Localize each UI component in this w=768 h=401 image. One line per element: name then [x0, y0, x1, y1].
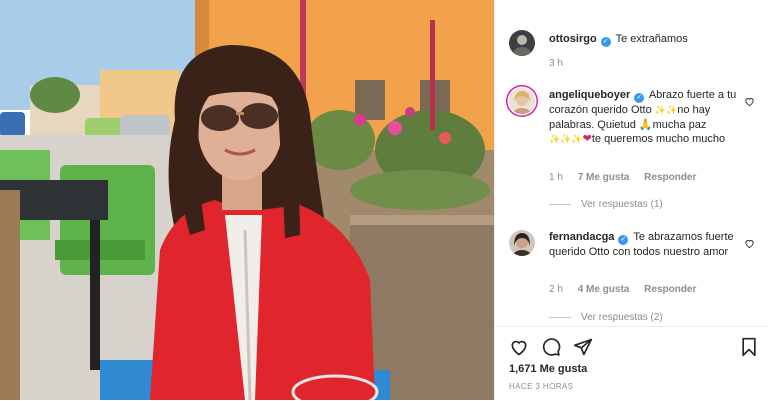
heart-icon[interactable] [509, 337, 529, 357]
caption-meta: 3 h [549, 58, 575, 69]
verified-badge-icon: ✓ [634, 93, 645, 103]
comment-time[interactable]: 2 h [549, 284, 563, 295]
comment-item: fernandacga ✓ Te abrazamos fuerte querid… [509, 230, 759, 326]
pray-icon: 🙏 [638, 118, 653, 131]
commenter-avatar[interactable] [509, 230, 535, 256]
post-image [0, 0, 494, 400]
author-username[interactable]: ottosirgo [549, 33, 597, 45]
comment-meta: 1 h 7 Me gusta Responder [549, 172, 708, 183]
replies-divider [549, 316, 571, 318]
replies-divider [549, 203, 571, 205]
comment-icon[interactable] [541, 337, 561, 357]
post-photo[interactable] [0, 0, 494, 400]
comment-like-heart-icon[interactable] [744, 96, 755, 107]
caption-time[interactable]: 3 h [549, 58, 563, 69]
commenter-avatar[interactable] [509, 88, 535, 114]
comment-item: angeliqueboyer ✓ Abrazo fuerte a tu cora… [509, 88, 759, 218]
commenter-username[interactable]: fernandacga [549, 231, 614, 243]
post-time-ago[interactable]: HACE 3 HORAS [509, 382, 573, 391]
sparkles-icon: ✨✨ [654, 105, 678, 115]
bookmark-icon[interactable] [739, 337, 759, 357]
reply-button[interactable]: Responder [644, 284, 696, 295]
author-avatar[interactable] [509, 30, 535, 56]
comment-time[interactable]: 1 h [549, 172, 563, 183]
post-actions: 1,671 Me gusta HACE 3 HORAS [495, 326, 768, 401]
verified-badge-icon: ✓ [618, 235, 629, 245]
share-icon[interactable] [573, 337, 593, 357]
caption-text: Te extrañamos [615, 33, 688, 45]
sparkles-icon: ✨✨✨ [549, 134, 583, 144]
comments-list[interactable]: ottosirgo ✓ Te extrañamos 3 h angeliqueb… [495, 0, 768, 326]
comment-text: fernandacga ✓ Te abrazamos fuerte querid… [549, 231, 734, 258]
comment-meta: 2 h 4 Me gusta Responder [549, 284, 708, 295]
view-replies-button[interactable]: Ver respuestas (2) [549, 312, 663, 323]
comments-panel: ottosirgo ✓ Te extrañamos 3 h angeliqueb… [494, 0, 768, 401]
comment-text: angeliqueboyer ✓ Abrazo fuerte a tu cora… [549, 89, 737, 145]
heart-emoji-icon: ❤ [582, 133, 592, 145]
verified-badge-icon: ✓ [600, 37, 611, 47]
commenter-username[interactable]: angeliqueboyer [549, 89, 630, 101]
comment-likes[interactable]: 4 Me gusta [578, 284, 630, 295]
reply-button[interactable]: Responder [644, 172, 696, 183]
view-replies-button[interactable]: Ver respuestas (1) [549, 199, 663, 210]
comment-like-heart-icon[interactable] [744, 238, 755, 249]
comment-likes[interactable]: 7 Me gusta [578, 172, 630, 183]
likes-count[interactable]: 1,671 Me gusta [509, 363, 587, 375]
